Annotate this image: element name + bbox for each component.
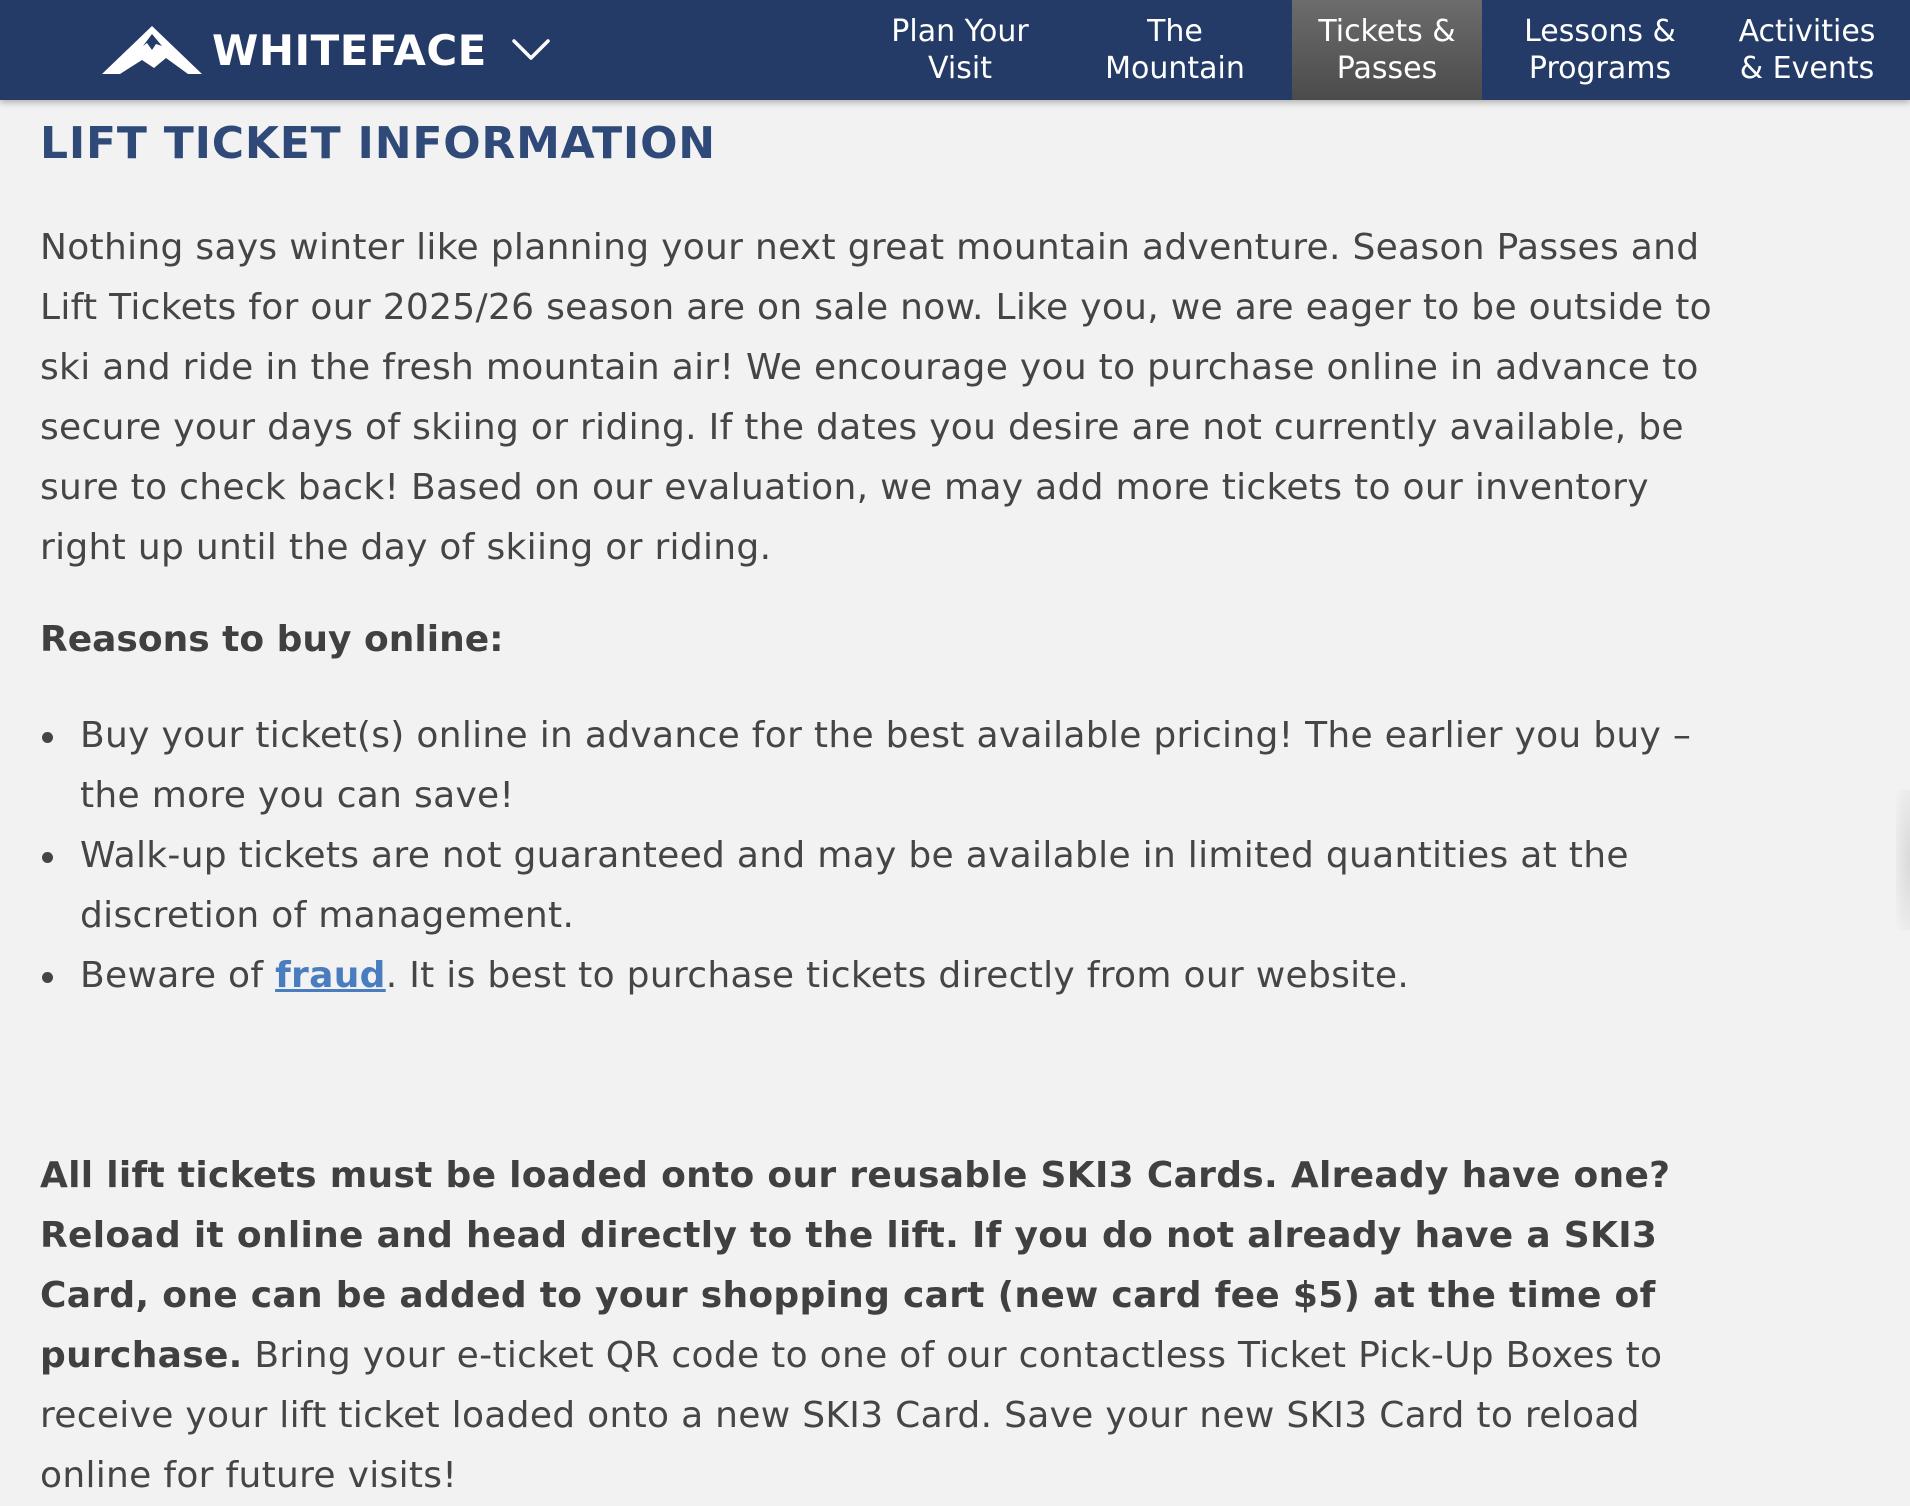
brand-name: WHITEFACE [212,25,487,75]
mountain-logo-icon [102,26,202,74]
list-item: Beware of fraud. It is best to purchase … [42,946,1740,1006]
reason-text: Buy your ticket(s) online in advance for… [80,715,1692,816]
bullet-icon [42,852,53,863]
nav-lessons-programs[interactable]: Lessons & Programs [1500,0,1700,100]
brand-logo-link[interactable]: WHITEFACE [100,0,551,100]
list-item: Walk-up tickets are not guaranteed and m… [42,826,1740,946]
nav-activities-events[interactable]: Activities & Events [1712,0,1902,100]
nav-the-mountain[interactable]: The Mountain [1080,0,1270,100]
bullet-icon [42,732,53,743]
nav-plan-your-visit[interactable]: Plan Your Visit [870,0,1050,100]
ski3-card-details: Bring your e-ticket QR code to one of ou… [40,1335,1663,1496]
reasons-list: Buy your ticket(s) online in advance for… [42,706,1740,1006]
list-item: Buy your ticket(s) online in advance for… [42,706,1740,826]
bullet-icon [42,972,53,983]
ski3-card-paragraph: All lift tickets must be loaded onto our… [40,1146,1740,1506]
chevron-down-icon[interactable] [511,38,551,62]
intro-paragraph: Nothing says winter like planning your n… [40,227,1712,568]
page-title: LIFT TICKET INFORMATION [40,118,716,169]
reasons-heading: Reasons to buy online: [40,619,504,660]
nav-tickets-passes[interactable]: Tickets & Passes [1292,0,1482,100]
reason-text: Walk-up tickets are not guaranteed and m… [80,835,1629,936]
scroll-edge-shadow [1896,790,1910,930]
site-header: WHITEFACE Plan Your Visit The Mountain T… [0,0,1910,100]
fraud-link[interactable]: fraud [275,955,386,996]
reason-suffix: . It is best to purchase tickets directl… [385,955,1410,996]
reason-prefix: Beware of [80,955,276,996]
